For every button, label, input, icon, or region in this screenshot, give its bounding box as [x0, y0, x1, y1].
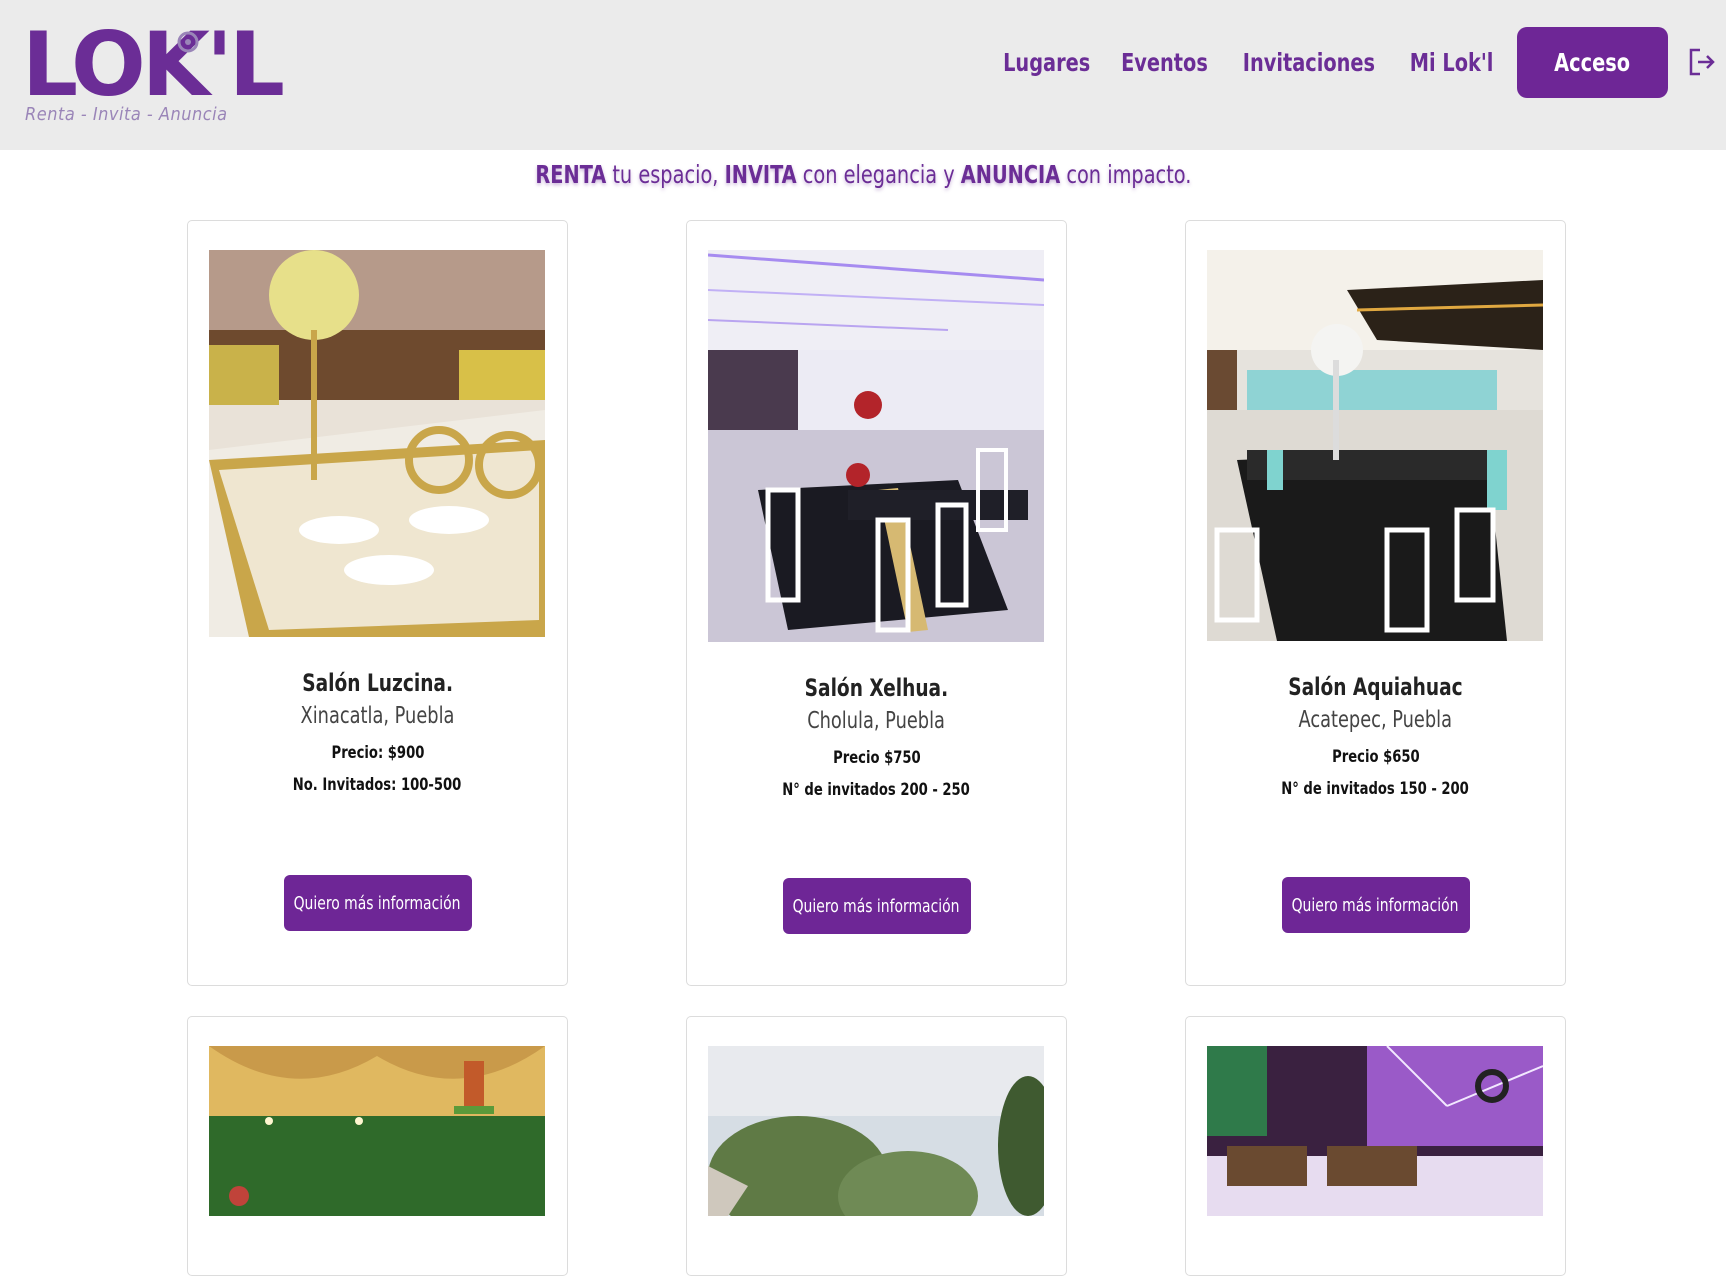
tagline-invita: INVITA: [724, 160, 797, 189]
venue-card: Salón Luzcina. Xinacatla, Puebla Precio:…: [187, 220, 568, 986]
nav-item-invitaciones[interactable]: Invitaciones: [1243, 48, 1375, 77]
tagline-anuncia: ANUNCIA: [960, 160, 1060, 189]
tagline-renta: RENTA: [535, 160, 606, 189]
venue-photo: [1207, 250, 1543, 641]
logout-icon[interactable]: [1682, 42, 1722, 82]
venue-price: Precio $750: [832, 748, 921, 768]
tagline-text-2: con elegancia y: [796, 160, 961, 189]
venue-title: Salón Aquiahuac: [1288, 673, 1463, 701]
logo-tagline: Renta - Invita - Anuncia: [25, 104, 228, 125]
venue-price: Precio: $900: [331, 743, 424, 763]
venue-photo: [1207, 1046, 1543, 1216]
venue-location: Cholula, Puebla: [807, 708, 946, 734]
nav-item-eventos[interactable]: Eventos: [1121, 48, 1208, 77]
tagline-text-1: tu espacio,: [605, 160, 725, 189]
logo-wordmark: LOK'L: [22, 13, 285, 116]
venue-guests: No. Invitados: 100-500: [293, 775, 462, 795]
venue-guests: N° de invitados 150 - 200: [1281, 779, 1470, 799]
venue-card: Salón Xelhua. Cholula, Puebla Precio $75…: [686, 220, 1067, 986]
ring-icon: [177, 31, 199, 53]
nav-item-lugares[interactable]: Lugares: [1003, 48, 1090, 77]
venue-photo: [209, 1046, 545, 1216]
venue-photo: [209, 250, 545, 637]
venue-card: Salón Aquiahuac Acatepec, Puebla Precio …: [1185, 220, 1566, 986]
more-info-button[interactable]: Quiero más información: [1281, 877, 1470, 933]
venue-card: [187, 1016, 568, 1276]
venue-photo: [708, 1046, 1044, 1216]
acceso-button[interactable]: Acceso: [1517, 26, 1668, 98]
more-info-button[interactable]: Quiero más información: [283, 875, 472, 931]
hero-tagline: RENTA tu espacio, INVITA con elegancia y…: [0, 160, 1726, 189]
tagline-text-3: con impacto.: [1059, 160, 1191, 189]
nav-item-mi-lokl[interactable]: Mi Lok'l: [1410, 48, 1494, 77]
venue-card: [1185, 1016, 1566, 1276]
venue-title: Salón Luzcina.: [302, 669, 453, 697]
venue-photo: [708, 250, 1044, 642]
brand-logo[interactable]: LOK'L Renta - Invita - Anuncia: [22, 21, 285, 132]
site-header: LOK'L Renta - Invita - Anuncia Lugares E…: [0, 0, 1726, 150]
venue-guests: N° de invitados 200 - 250: [782, 780, 971, 800]
main-nav: Lugares Eventos Invitaciones Mi Lok'l Ac…: [996, 26, 1726, 98]
venue-price: Precio $650: [1331, 747, 1420, 767]
venue-title: Salón Xelhua.: [804, 674, 949, 702]
venue-card: [686, 1016, 1067, 1276]
venue-location: Acatepec, Puebla: [1298, 707, 1453, 733]
acceso-label: Acceso: [1554, 47, 1631, 77]
venue-location: Xinacatla, Puebla: [300, 703, 455, 729]
more-info-button[interactable]: Quiero más información: [782, 878, 971, 934]
